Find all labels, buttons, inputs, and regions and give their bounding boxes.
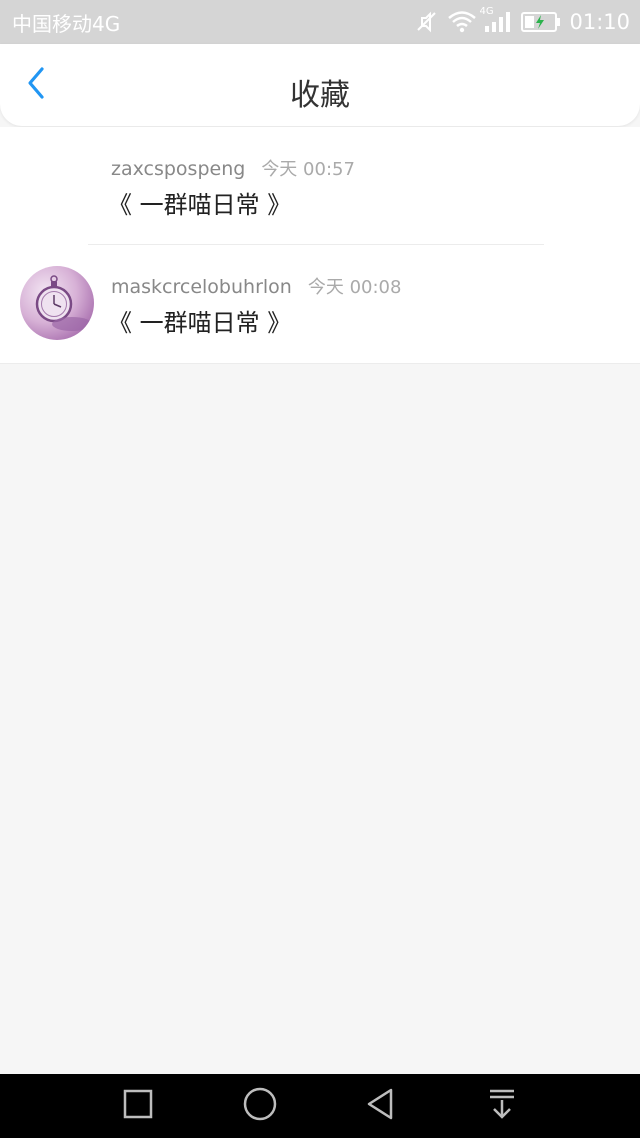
divider (0, 363, 640, 364)
list-item[interactable]: zaxcspospeng 今天 00:57 《 一群喵日常 》 (0, 127, 640, 245)
clock: 01:10 (569, 10, 630, 34)
home-button[interactable] (240, 1086, 280, 1126)
back-icon (363, 1087, 397, 1125)
network-badge: 4G (479, 6, 494, 17)
notification-pulldown-icon (487, 1087, 517, 1125)
favorites-list: zaxcspospeng 今天 00:57 《 一群喵日常 》 maskcrcel… (0, 127, 640, 364)
status-icons: 4G 01:10 (413, 6, 630, 38)
avatar[interactable] (20, 266, 94, 340)
wifi-icon (447, 10, 477, 34)
timestamp: 今天 00:08 (307, 277, 402, 298)
page-title: 收藏 (290, 78, 350, 113)
recent-apps-button[interactable] (118, 1088, 158, 1124)
list-item[interactable]: maskcrcelobuhrlon 今天 00:08 《 一群喵日常 》 (0, 245, 640, 364)
item-title: 《 一群喵日常 》 (108, 309, 292, 337)
notification-pulldown-button[interactable] (482, 1088, 522, 1124)
back-nav-button[interactable] (360, 1088, 400, 1124)
recent-apps-icon (122, 1088, 154, 1124)
battery-charging-icon (521, 11, 561, 33)
carrier-name: 中国移动4G (12, 12, 121, 36)
header-bar: 收藏 (0, 44, 640, 126)
system-nav-bar (0, 1074, 640, 1138)
username: maskcrcelobuhrlon (111, 276, 292, 298)
status-bar: 中国移动4G 4G 01:10 (0, 0, 640, 44)
signal-icon: 4G (479, 6, 511, 34)
item-meta: zaxcspospeng 今天 00:57 (111, 155, 355, 181)
mute-icon (413, 9, 439, 35)
home-icon (242, 1086, 278, 1126)
item-meta: maskcrcelobuhrlon 今天 00:08 (111, 273, 401, 299)
timestamp: 今天 00:57 (261, 159, 355, 180)
username: zaxcspospeng (111, 158, 246, 180)
item-title: 《 一群喵日常 》 (108, 191, 292, 219)
